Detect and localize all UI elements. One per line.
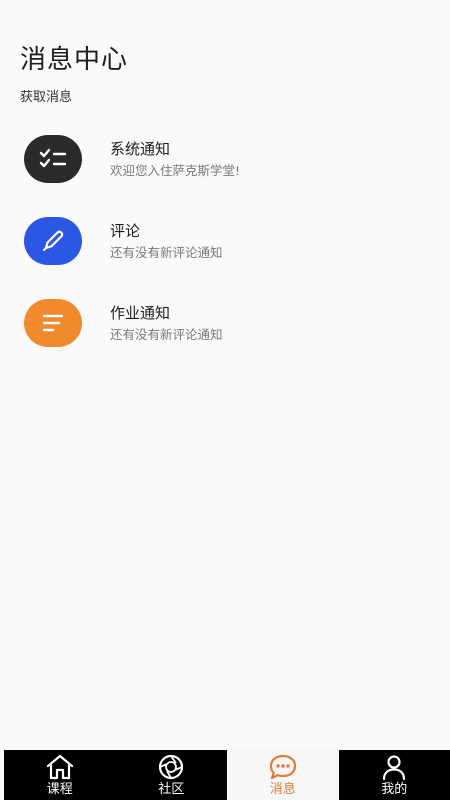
- tab-label: 社区: [158, 782, 185, 797]
- tab-messages[interactable]: 消息: [227, 750, 339, 800]
- message-item-system[interactable]: 系统通知 欢迎您入住萨克斯学堂!: [0, 118, 450, 200]
- message-desc: 还有没有新评论通知: [110, 244, 223, 260]
- message-title: 系统通知: [110, 139, 171, 158]
- message-desc: 还有没有新评论通知: [110, 326, 223, 342]
- tab-label: 课程: [46, 782, 73, 797]
- message-title: 评论: [110, 221, 141, 240]
- message-text: 作业通知 还有没有新评论通知: [110, 303, 223, 344]
- user-icon: [380, 752, 408, 782]
- checklist-icon: [24, 135, 82, 183]
- message-list: 系统通知 欢迎您入住萨克斯学堂! 评论 还有没有新评论通知 作业通知 还有没有新…: [0, 118, 450, 364]
- page-subtitle: 获取消息: [20, 90, 73, 105]
- page-header: 消息中心 获取消息: [20, 42, 128, 105]
- message-item-homework[interactable]: 作业通知 还有没有新评论通知: [0, 282, 450, 364]
- tab-profile[interactable]: 我的: [339, 750, 450, 800]
- pencil-icon: [24, 217, 82, 265]
- bottom-tab-bar: 课程 社区 消息 我的: [4, 750, 450, 800]
- message-item-comment[interactable]: 评论 还有没有新评论通知: [0, 200, 450, 282]
- message-desc: 欢迎您入住萨克斯学堂!: [110, 162, 241, 178]
- tab-courses[interactable]: 课程: [4, 750, 116, 800]
- tab-community[interactable]: 社区: [116, 750, 228, 800]
- message-title: 作业通知: [110, 303, 171, 322]
- lines-icon: [24, 299, 82, 347]
- tab-label: 我的: [381, 782, 408, 797]
- chat-bubble-icon: [268, 752, 298, 782]
- message-text: 评论 还有没有新评论通知: [110, 221, 223, 262]
- tab-label: 消息: [269, 782, 296, 797]
- aperture-icon: [157, 752, 185, 782]
- home-icon: [45, 752, 75, 782]
- message-text: 系统通知 欢迎您入住萨克斯学堂!: [110, 139, 240, 180]
- page-title: 消息中心: [20, 45, 129, 75]
